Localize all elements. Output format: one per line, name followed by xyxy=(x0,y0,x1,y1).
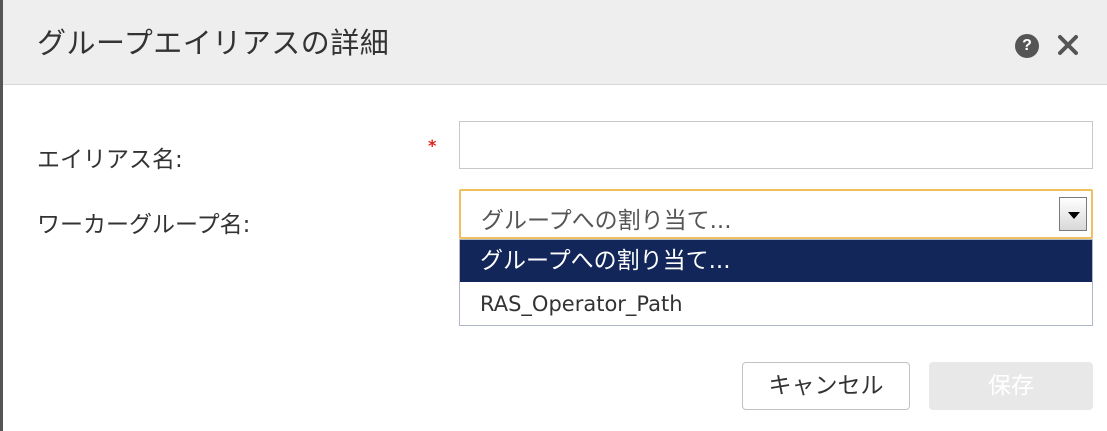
help-icon[interactable]: ? xyxy=(1015,34,1039,58)
cancel-button[interactable]: キャンセル xyxy=(742,362,910,410)
worker-group-dropdown: グループへの割り当て... RAS_Operator_Path xyxy=(459,239,1093,326)
alias-name-label: エイリアス名: xyxy=(37,147,183,173)
group-alias-dialog: グループエイリアスの詳細 ? エイリアス名: * ワーカーグループ名: グループ… xyxy=(0,0,1107,431)
dropdown-option[interactable]: グループへの割り当て... xyxy=(460,240,1092,282)
chevron-down-icon[interactable] xyxy=(1059,197,1087,231)
worker-group-select[interactable]: グループへの割り当て... xyxy=(459,189,1093,239)
required-marker: * xyxy=(428,136,437,155)
dialog-header: グループエイリアスの詳細 ? xyxy=(3,0,1107,85)
worker-group-label: ワーカーグループ名: xyxy=(37,212,251,238)
close-icon[interactable] xyxy=(1053,30,1083,60)
dropdown-option[interactable]: RAS_Operator_Path xyxy=(460,283,1092,325)
alias-name-input[interactable] xyxy=(459,121,1093,169)
dialog-title: グループエイリアスの詳細 xyxy=(37,26,390,60)
worker-group-selected-value: グループへの割り当て... xyxy=(481,208,732,234)
save-button[interactable]: 保存 xyxy=(929,362,1093,410)
